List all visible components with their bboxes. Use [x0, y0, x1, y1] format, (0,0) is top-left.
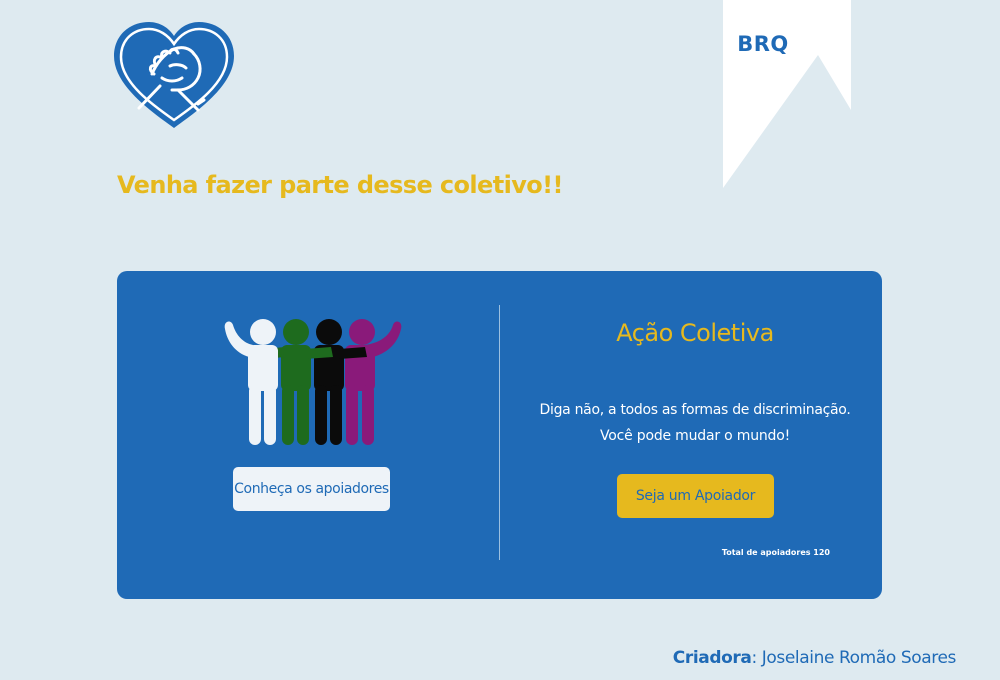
- people-group-icon: [223, 315, 409, 447]
- supporters-button[interactable]: Conheça os apoiadores: [233, 467, 390, 511]
- description-line-1: Diga não, a todos as formas de discrimin…: [539, 402, 851, 418]
- creator-name: : Joselaine Romão Soares: [751, 648, 956, 668]
- action-card: Conheça os apoiadores Ação Coletiva Diga…: [117, 271, 882, 599]
- heart-handshake-icon: [112, 20, 236, 132]
- description-line-2: Você pode mudar o mundo!: [599, 428, 791, 444]
- card-title: Ação Coletiva: [616, 319, 774, 347]
- headline: Venha fazer parte desse coletivo!!: [117, 171, 563, 199]
- card-divider: [499, 305, 500, 560]
- bookmark-ribbon: BRQ: [723, 0, 851, 188]
- supporters-total: Total de apoiadores 120: [721, 548, 830, 557]
- become-supporter-button[interactable]: Seja um Apoiador: [617, 474, 774, 518]
- brand-badge: BRQ: [737, 32, 789, 56]
- creator-credit: Criadora: Joselaine Romão Soares: [672, 648, 957, 668]
- creator-label: Criadora: [672, 648, 752, 668]
